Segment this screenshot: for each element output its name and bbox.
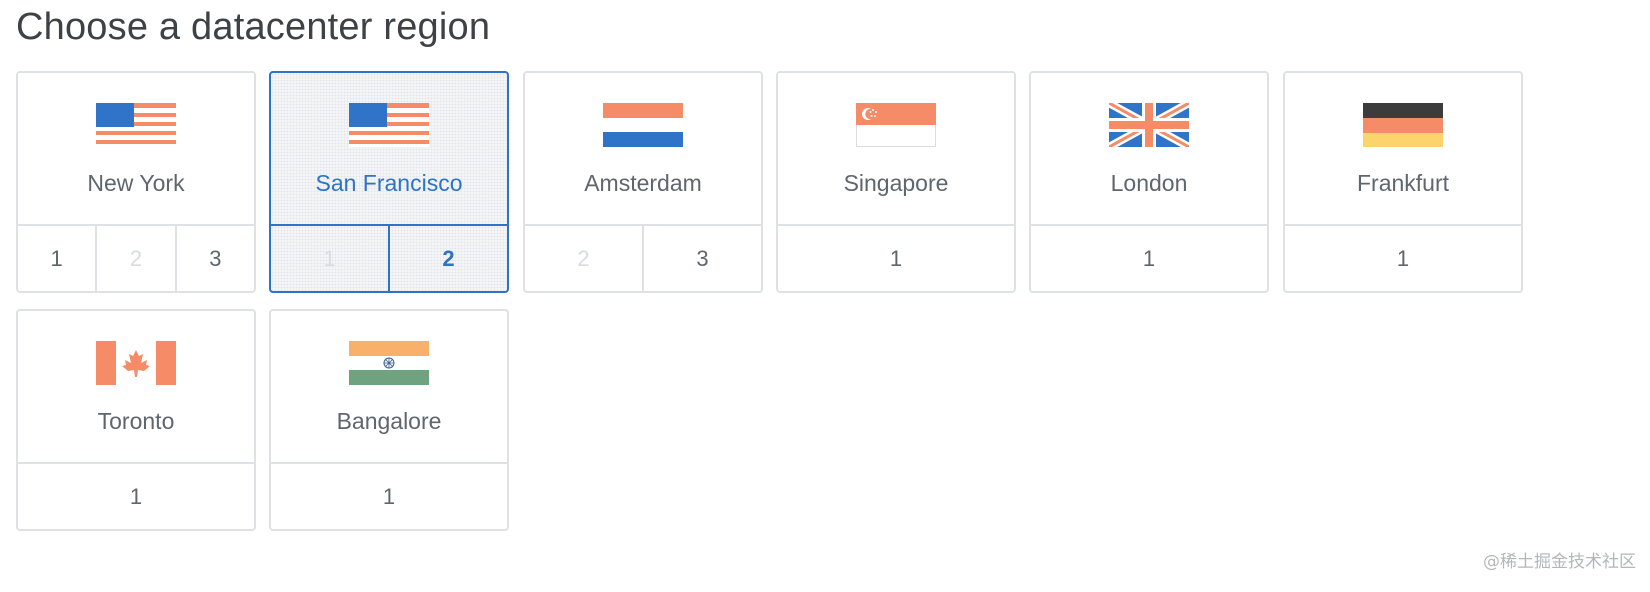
- netherlands-flag-icon: [603, 103, 683, 147]
- datacenter-option-3[interactable]: 3: [642, 226, 761, 291]
- datacenter-option-3[interactable]: 3: [174, 226, 254, 291]
- region-name: Toronto: [97, 408, 175, 434]
- region-name: San Francisco: [315, 170, 463, 196]
- datacenter-option-1[interactable]: 1: [1031, 226, 1267, 291]
- datacenter-option-1[interactable]: 1: [778, 226, 1014, 291]
- region-name: Singapore: [843, 170, 949, 196]
- datacenter-option-1: 1: [323, 245, 336, 271]
- region-card-bangalore[interactable]: Bangalore 1: [269, 309, 509, 531]
- region-card-header[interactable]: Frankfurt: [1285, 73, 1521, 226]
- region-name: Bangalore: [336, 408, 442, 434]
- region-name: Frankfurt: [1356, 170, 1450, 196]
- datacenter-option-2: 2: [577, 245, 590, 271]
- region-card-header[interactable]: Bangalore: [271, 311, 507, 464]
- datacenter-option-1[interactable]: 1: [271, 464, 507, 529]
- region-card-frankfurt[interactable]: Frankfurt 1: [1283, 71, 1523, 293]
- uk-flag-icon: [1109, 103, 1189, 147]
- germany-flag-icon: [1363, 103, 1443, 147]
- datacenter-options: 2 3: [525, 226, 761, 291]
- canada-flag-icon: [96, 341, 176, 385]
- datacenter-option-1[interactable]: 1: [1285, 226, 1521, 291]
- datacenter-options: 1 2: [271, 226, 507, 291]
- region-card-toronto[interactable]: Toronto 1: [16, 309, 256, 531]
- region-card-london[interactable]: London 1: [1029, 71, 1269, 293]
- region-card-amsterdam[interactable]: Amsterdam 2 3: [523, 71, 763, 293]
- page-title: Choose a datacenter region: [16, 6, 491, 48]
- usa-flag-icon: [349, 103, 429, 147]
- region-name: Amsterdam: [584, 170, 702, 196]
- region-card-header[interactable]: Amsterdam: [525, 73, 761, 226]
- datacenter-options: 1 2 3: [18, 226, 254, 291]
- watermark: @稀土掘金技术社区: [1483, 552, 1636, 572]
- india-flag-icon: [349, 341, 429, 385]
- datacenter-options: 1: [1031, 226, 1267, 291]
- region-name: New York: [87, 170, 185, 196]
- region-card-singapore[interactable]: Singapore 1: [776, 71, 1016, 293]
- datacenter-options: 1: [778, 226, 1014, 291]
- singapore-flag-icon: [856, 103, 936, 147]
- datacenter-option-1[interactable]: 1: [18, 226, 95, 291]
- usa-flag-icon: [96, 103, 176, 147]
- region-card-new-york[interactable]: New York 1 2 3: [16, 71, 256, 293]
- datacenter-option-1[interactable]: 1: [18, 464, 254, 529]
- datacenter-option-2[interactable]: 2: [388, 226, 507, 291]
- datacenter-options: 1: [271, 464, 507, 529]
- region-card-header[interactable]: London: [1031, 73, 1267, 226]
- region-card-header[interactable]: Singapore: [778, 73, 1014, 226]
- datacenter-options: 1: [1285, 226, 1521, 291]
- region-card-header[interactable]: New York: [18, 73, 254, 226]
- datacenter-option-2: 2: [95, 226, 174, 291]
- datacenter-options: 1: [18, 464, 254, 529]
- region-card-san-francisco[interactable]: San Francisco 1 2: [269, 71, 509, 293]
- region-name: London: [1110, 170, 1188, 196]
- region-card-header[interactable]: Toronto: [18, 311, 254, 464]
- region-card-header[interactable]: San Francisco: [271, 73, 507, 226]
